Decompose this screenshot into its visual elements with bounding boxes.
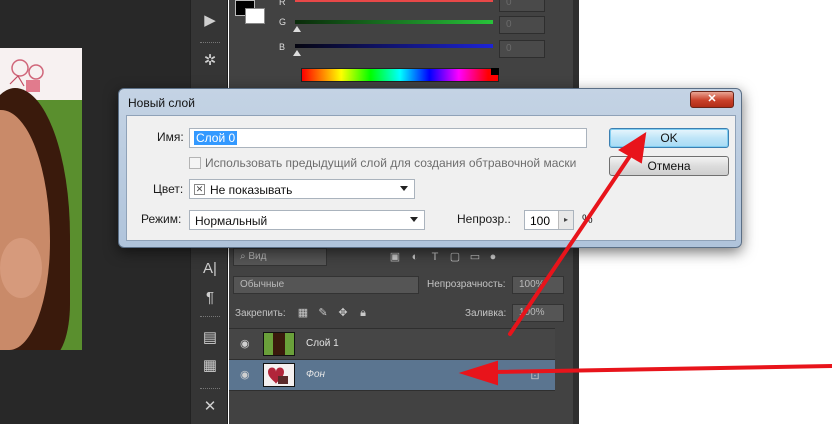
channel-r-label: R	[279, 0, 286, 7]
document-image	[0, 48, 82, 350]
opacity-label: Непрозр.:	[457, 212, 511, 226]
layer-opacity-field[interactable]: 100%	[512, 276, 564, 294]
opacity-value: 100	[530, 214, 551, 228]
mode-label: Режим:	[141, 212, 182, 226]
image-filter-icon[interactable]: ▣	[389, 251, 401, 263]
green-value[interactable]: 0	[499, 16, 545, 34]
layer-thumbnail	[263, 332, 295, 356]
image-cheek	[0, 238, 42, 298]
chevron-down-icon	[410, 217, 418, 222]
blue-slider[interactable]	[295, 44, 493, 48]
smart-object-filter-icon[interactable]: ▭	[469, 251, 481, 263]
color-select[interactable]: ✕ Не показывать	[189, 179, 415, 199]
green-slider[interactable]	[295, 20, 493, 24]
blend-mode-dialog-select[interactable]: Нормальный	[189, 210, 425, 230]
lock-position-icon[interactable]: ✥	[337, 307, 349, 319]
new-layer-dialog: Новый слой ✕ Имя: Слой 0 Использовать пр…	[118, 88, 742, 248]
lock-transparent-pixels-icon[interactable]: ▦	[297, 307, 309, 319]
mode-select-value: Нормальный	[195, 214, 268, 228]
green-slider-thumb[interactable]	[293, 26, 301, 32]
dialog-body: Имя: Слой 0 Использовать предыдущий слой…	[126, 115, 736, 241]
filter-toggle-icon[interactable]: ●	[487, 251, 499, 263]
blue-value[interactable]: 0	[499, 40, 545, 58]
adjustment-filter-icon[interactable]: ◐	[409, 251, 421, 263]
channel-g-label: G	[279, 17, 287, 27]
layer-row-sloy-1[interactable]: ◉ Слой 1	[229, 328, 555, 359]
type-filter-icon[interactable]: T	[429, 251, 441, 263]
eye-icon[interactable]: ◉	[240, 338, 252, 350]
layer-filter-select[interactable]: ⌕ Вид	[233, 248, 327, 266]
layer-thumbnail	[263, 363, 295, 387]
play-icon[interactable]: ▶	[199, 10, 221, 32]
layer-lock-icon: ⊡	[530, 370, 540, 382]
color-spectrum-bar[interactable]	[301, 68, 499, 82]
character-icon[interactable]: A|	[199, 258, 221, 280]
lock-image-pixels-icon[interactable]: ✎	[317, 307, 329, 319]
clipping-mask-checkbox[interactable]	[189, 157, 201, 169]
black-white-swatch[interactable]	[491, 68, 499, 75]
settings-wheel-icon[interactable]: ✲	[199, 50, 221, 72]
book-icon[interactable]: ▤	[199, 327, 221, 349]
no-color-icon: ✕	[194, 184, 205, 195]
chevron-down-icon	[400, 186, 408, 191]
name-label: Имя:	[157, 130, 184, 144]
grip-handle[interactable]	[200, 42, 220, 45]
color-select-value: Не показывать	[210, 183, 293, 197]
red-value[interactable]: 0	[499, 0, 545, 12]
background-color-swatch[interactable]	[245, 8, 265, 24]
ok-button[interactable]: OK	[609, 128, 729, 148]
blue-slider-thumb[interactable]	[293, 50, 301, 56]
layers-empty-area	[229, 390, 555, 424]
layer-name: Фон	[306, 369, 326, 380]
layer-opacity-label: Непрозрачность:	[427, 279, 506, 290]
thumbnail-sticker-icon	[268, 367, 288, 384]
paragraph-icon[interactable]: ¶	[199, 287, 221, 309]
tools-icon[interactable]: ✕	[199, 396, 221, 418]
channel-b-label: B	[279, 42, 286, 52]
notes-icon[interactable]: ▦	[199, 355, 221, 377]
color-label: Цвет:	[153, 182, 184, 196]
cancel-button[interactable]: Отмена	[609, 156, 729, 176]
fill-label: Заливка:	[465, 308, 507, 319]
close-icon: ✕	[707, 93, 717, 105]
chevron-right-icon[interactable]: ▸	[558, 211, 573, 229]
close-button[interactable]: ✕	[690, 91, 734, 108]
fill-field[interactable]: 100%	[512, 304, 564, 322]
lock-all-icon[interactable]: 🔒︎	[357, 307, 369, 319]
eye-icon[interactable]: ◉	[240, 369, 252, 381]
red-slider[interactable]	[295, 0, 493, 2]
clipping-mask-label: Использовать предыдущий слой для создани…	[205, 156, 577, 170]
grip-handle[interactable]	[200, 316, 220, 319]
layer-row-fon[interactable]: ◉ Фон ⊡	[229, 359, 555, 390]
dialog-title: Новый слой	[128, 96, 195, 110]
opacity-input[interactable]: 100 ▸	[524, 210, 574, 230]
layer-filter-value: Вид	[248, 251, 267, 262]
blend-mode-select[interactable]: Обычные	[233, 276, 419, 294]
layer-name-value: Слой 0	[194, 131, 238, 145]
lock-label: Закрепить:	[235, 308, 286, 319]
opacity-unit: %	[582, 212, 593, 226]
layer-name-input[interactable]: Слой 0	[189, 128, 587, 148]
shape-filter-icon[interactable]: ▢	[449, 251, 461, 263]
grip-handle[interactable]	[200, 388, 220, 391]
layer-name: Слой 1	[306, 338, 339, 349]
